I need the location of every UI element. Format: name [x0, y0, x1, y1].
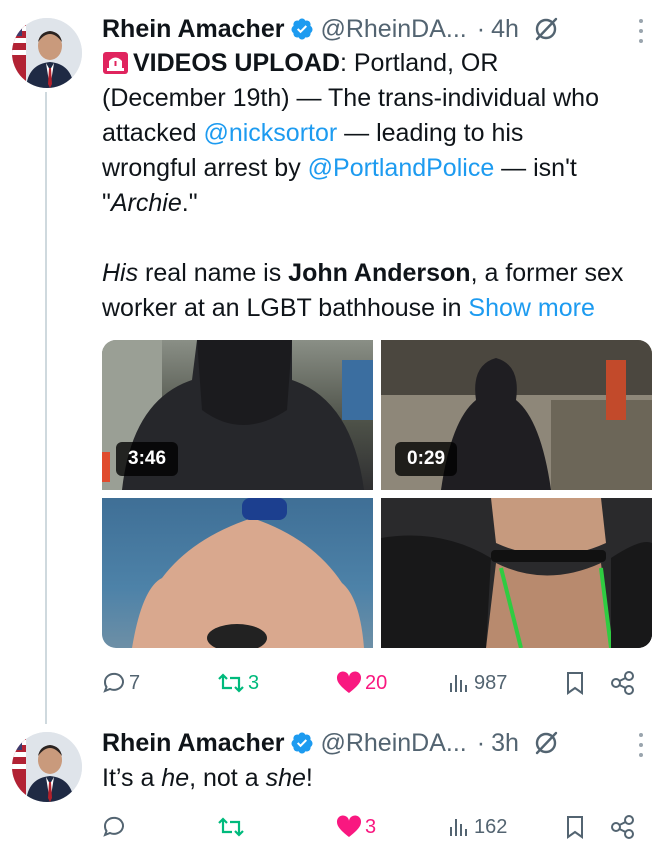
author-display-name[interactable]: Rhein Amacher [102, 15, 284, 44]
reply-icon [103, 672, 124, 693]
video-thumbnail-1[interactable]: 3:46 [102, 340, 373, 490]
avatar-image [12, 18, 82, 88]
share-icon [611, 815, 634, 839]
tweet-text-span: (December 19th) — The trans-individual w… [102, 84, 599, 112]
reply-icon [103, 816, 124, 837]
reply-button[interactable] [102, 812, 129, 842]
views-icon [450, 819, 467, 836]
separator-dot: · [476, 728, 486, 757]
tweet-text-italic: His [102, 259, 139, 287]
headline: VIDEOS UPLOAD [133, 49, 340, 77]
tweet-text-span: ." [181, 189, 198, 217]
tweet-text-italic: he [161, 764, 190, 792]
tweet-thread: Rhein Amacher @RheinDA... · 4h VIDEOS UP… [0, 0, 668, 847]
tweet-text-span: — leading to his [337, 119, 524, 147]
tweet-text: It’s a he, not a she! [102, 761, 658, 796]
bookmark-icon [567, 816, 583, 839]
like-icon [336, 671, 362, 693]
image-thumbnail-4[interactable] [381, 498, 652, 648]
tweet-actions: 7 3 20 987 [102, 668, 642, 698]
tweet-header: Rhein Amacher @RheinDA... · 4h [102, 14, 559, 44]
media-grid: 3:46 0:29 [102, 340, 652, 648]
share-button[interactable] [610, 668, 636, 698]
tweet-line: (December 19th) — The trans-individual w… [102, 81, 658, 116]
author-display-name[interactable]: Rhein Amacher [102, 729, 284, 758]
like-count: 3 [365, 815, 377, 838]
repost-count: 3 [248, 671, 260, 694]
tweet-text-span: wrongful arrest by [102, 154, 308, 182]
tweet-header: Rhein Amacher @RheinDA... · 3h [102, 728, 559, 758]
tweet-actions: 3 162 [102, 812, 642, 842]
like-count: 20 [365, 671, 388, 694]
tweet-text-span: , not a [189, 764, 266, 792]
view-count: 987 [474, 671, 508, 694]
video-thumbnail-2[interactable]: 0:29 [381, 340, 652, 490]
grok-icon[interactable] [533, 16, 559, 42]
tweet-text-span: It’s a [102, 764, 162, 792]
avatar[interactable] [12, 732, 82, 802]
tweet-line: His real name is John Anderson, a former… [102, 256, 658, 291]
tweet-text-span: ! [305, 764, 313, 792]
views-button[interactable]: 162 [447, 812, 507, 842]
thread-connector-line [45, 92, 47, 724]
tweet-timestamp[interactable]: 4h [491, 15, 519, 44]
author-handle[interactable]: @RheinDA... [320, 15, 466, 44]
tweet-line: attacked @nicksortor — leading to his [102, 116, 658, 151]
tweet-text-bold: John Anderson [288, 259, 471, 287]
bookmark-button[interactable] [564, 668, 586, 698]
tweet-line: It’s a he, not a she! [102, 761, 658, 796]
avatar[interactable] [12, 18, 82, 88]
tweet-line: "Archie." [102, 186, 658, 221]
author-handle[interactable]: @RheinDA... [320, 729, 466, 758]
tweet-text-span: " [102, 189, 111, 217]
bookmark-icon [567, 672, 583, 695]
separator-dot: · [476, 14, 486, 43]
verified-badge-icon[interactable] [290, 731, 314, 755]
tweet-text-span: attacked [102, 119, 204, 147]
tweet-text-span: : Portland, OR [339, 49, 499, 77]
repost-icon [218, 673, 244, 693]
verified-badge-icon[interactable] [290, 17, 314, 41]
more-options-icon[interactable] [638, 733, 644, 757]
image-thumbnail-art [381, 498, 652, 648]
tweet-text-span: — isn't [494, 154, 577, 182]
tweet-text-italic: she [265, 764, 306, 792]
repost-button[interactable] [217, 812, 248, 842]
view-count: 162 [474, 815, 508, 838]
mention-link[interactable]: @nicksortor [203, 119, 337, 147]
tweet-line: worker at an LGBT bathhouse in Show more [102, 291, 658, 326]
avatar-image [12, 732, 82, 802]
video-duration-badge: 3:46 [116, 442, 179, 476]
tweet-text-span: real name is [138, 259, 289, 287]
image-thumbnail-3[interactable] [102, 498, 373, 648]
bookmark-button[interactable] [564, 812, 586, 842]
video-duration-badge: 0:29 [395, 442, 458, 476]
views-icon [450, 675, 467, 692]
tweet-text-span: worker at an LGBT bathhouse in [102, 294, 469, 322]
like-button[interactable]: 20 [336, 668, 387, 698]
like-icon [336, 815, 362, 837]
reply-count: 7 [129, 671, 141, 694]
grok-icon[interactable] [533, 730, 559, 756]
tweet-text-italic: Archie [110, 189, 182, 217]
share-icon [611, 671, 634, 695]
reply-button[interactable]: 7 [102, 668, 140, 698]
show-more-link[interactable]: Show more [468, 294, 594, 322]
repost-icon [218, 817, 244, 837]
mention-link[interactable]: @PortlandPolice [308, 154, 495, 182]
more-options-icon[interactable] [638, 19, 644, 43]
image-thumbnail-art [132, 498, 364, 648]
tweet-timestamp[interactable]: 3h [491, 729, 519, 758]
tweet-text-span: , a former sex [470, 259, 624, 287]
like-button[interactable]: 3 [336, 812, 376, 842]
tweet-text: VIDEOS UPLOAD: Portland, OR (December 19… [102, 46, 658, 326]
views-button[interactable]: 987 [447, 668, 507, 698]
tweet-line: wrongful arrest by @PortlandPolice — isn… [102, 151, 658, 186]
tweet-line: VIDEOS UPLOAD: Portland, OR [102, 46, 658, 81]
share-button[interactable] [610, 812, 636, 842]
repost-button[interactable]: 3 [217, 668, 259, 698]
siren-emoji [103, 52, 128, 74]
